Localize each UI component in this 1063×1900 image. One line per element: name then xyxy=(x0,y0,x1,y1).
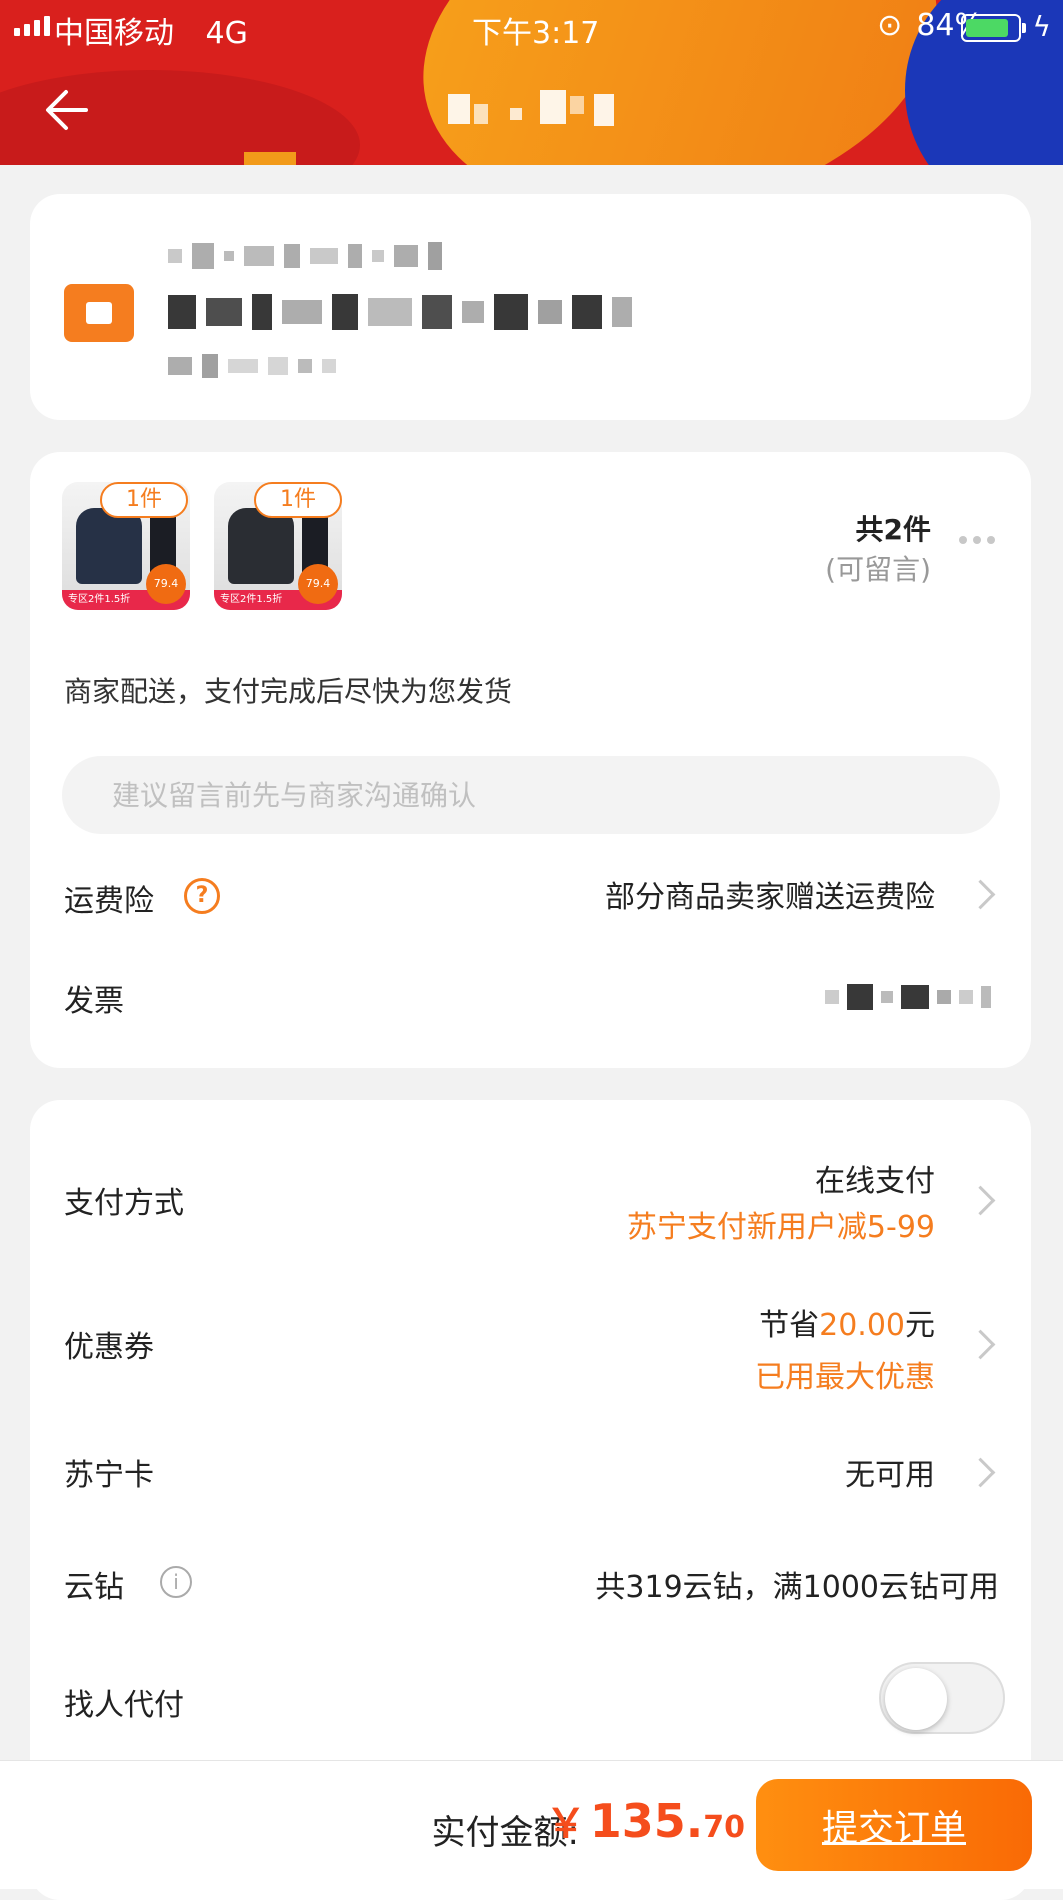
payment-promo: 苏宁支付新用户减5-99 xyxy=(626,1210,935,1245)
diamond-label: 云钻 xyxy=(64,1570,124,1605)
page-title xyxy=(448,90,618,130)
chevron-right-icon[interactable] xyxy=(965,879,996,910)
signal-icon xyxy=(14,16,50,36)
arrow-left-icon[interactable] xyxy=(42,84,94,136)
carrier-text: 中国移动 xyxy=(54,16,174,51)
address-card[interactable] xyxy=(30,194,1031,420)
amount-decimal: 70 xyxy=(703,1810,745,1845)
info-icon[interactable]: i xyxy=(160,1566,192,1598)
proxy-pay-toggle[interactable] xyxy=(879,1662,1005,1734)
address-phone-mosaic xyxy=(168,354,336,378)
goods-count[interactable]: 共2件 xyxy=(856,508,931,548)
shipping-info: 商家配送，支付完成后尽快为您发货 xyxy=(64,675,513,708)
address-name-mosaic xyxy=(168,242,442,270)
suning-card-value[interactable]: 无可用 xyxy=(845,1450,935,1494)
insurance-value[interactable]: 部分商品卖家赠送运费险 xyxy=(605,872,935,916)
invoice-label: 发票 xyxy=(64,984,124,1019)
coupon-savings[interactable]: 节省20.00元 xyxy=(759,1300,935,1344)
amount-integer: 135. xyxy=(589,1794,704,1848)
address-detail-mosaic xyxy=(168,294,632,330)
more-icon[interactable] xyxy=(959,536,995,544)
battery-icon xyxy=(961,14,1026,42)
checkout-bar: 实付金额: ￥ 135. 70 提交订单 xyxy=(0,1760,1063,1889)
coupon-status: 已用最大优惠 xyxy=(755,1360,935,1395)
status-carrier: 中国移动 4G xyxy=(54,8,248,52)
payment-method-value[interactable]: 在线支付 xyxy=(815,1156,935,1200)
rotation-lock-icon: ⊙ xyxy=(877,8,903,43)
coupon-prefix: 节省 xyxy=(759,1308,820,1343)
chevron-right-icon[interactable] xyxy=(965,1329,996,1360)
coupon-amount: 20.00 xyxy=(819,1308,905,1343)
proxy-pay-label: 找人代付 xyxy=(64,1688,184,1723)
submit-order-button[interactable]: 提交订单 xyxy=(756,1779,1032,1871)
chevron-right-icon[interactable] xyxy=(965,1457,996,1488)
goods-card: 专区2件1.5折 79.4 1件 专区2件1.5折 79.4 1件 共2件 (可… xyxy=(30,452,1031,1068)
remark-input[interactable] xyxy=(62,756,1000,834)
payment-method-label: 支付方式 xyxy=(64,1186,184,1221)
network-text: 4G xyxy=(205,16,248,51)
insurance-label: 运费险 xyxy=(64,884,154,919)
suning-card-label: 苏宁卡 xyxy=(64,1458,154,1493)
goods-note[interactable]: (可留言) xyxy=(825,548,931,588)
currency-symbol: ￥ xyxy=(545,1801,586,1847)
chevron-right-icon[interactable] xyxy=(965,1185,996,1216)
invoice-value[interactable] xyxy=(825,984,991,1010)
price-tag: 79.4 xyxy=(146,564,186,604)
coupon-label: 优惠券 xyxy=(64,1330,154,1365)
status-time: 下午3:17 xyxy=(472,16,600,51)
help-icon[interactable]: ? xyxy=(184,878,220,914)
header-bar: 中国移动 4G 下午3:17 ⊙ 84% ϟ xyxy=(0,0,1063,165)
charging-icon: ϟ xyxy=(1032,10,1051,43)
quantity-badge: 1件 xyxy=(254,482,342,518)
quantity-badge: 1件 xyxy=(100,482,188,518)
location-icon xyxy=(64,284,134,342)
header-decoration xyxy=(244,152,296,165)
coupon-suffix: 元 xyxy=(905,1308,935,1343)
diamond-value: 共319云钻，满1000云钻可用 xyxy=(595,1570,999,1605)
price-tag: 79.4 xyxy=(298,564,338,604)
total-amount: ￥ 135. 70 xyxy=(546,1791,745,1849)
